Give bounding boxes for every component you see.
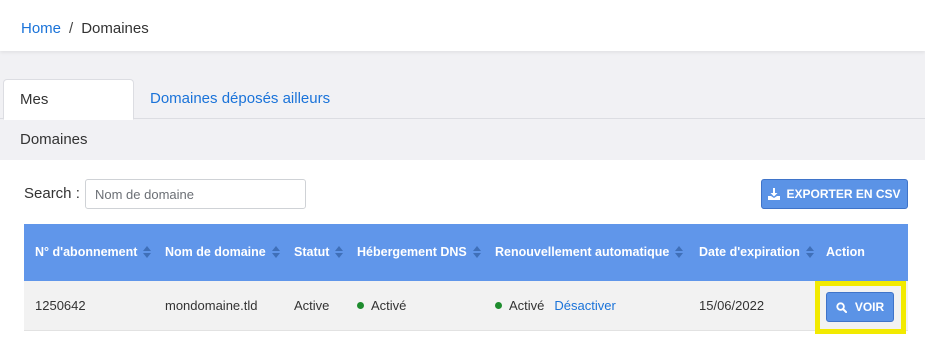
sort-icon [472, 245, 481, 258]
breadcrumb-current: Domaines [81, 20, 149, 37]
cell-expiration: 15/06/2022 [699, 298, 765, 313]
breadcrumb-separator: / [69, 20, 74, 37]
table-row: 1250642 mondomaine.tld Active Activé Act… [24, 281, 908, 331]
dns-status-text: Activé [371, 298, 407, 313]
column-header-status[interactable]: Statut [294, 224, 344, 281]
cell-status: Active [294, 298, 330, 313]
domains-panel: Search : EXPORTER EN CSV N° d'abonnement… [0, 160, 925, 352]
column-header-expiration[interactable]: Date d'expiration [699, 224, 814, 281]
status-dot-icon [495, 302, 502, 310]
column-header-subscription[interactable]: N° d'abonnement [35, 224, 152, 281]
export-csv-label: EXPORTER EN CSV [786, 187, 901, 201]
cell-dns: Activé [357, 281, 406, 331]
cell-subscription: 1250642 [35, 298, 86, 313]
disable-renewal-link[interactable]: Désactiver [554, 298, 615, 313]
column-header-domain[interactable]: Nom de domaine [165, 224, 280, 281]
column-header-dns[interactable]: Hébergement DNS [357, 224, 481, 281]
renewal-status-text: Activé [509, 298, 545, 313]
tab-domaines-deposes-ailleurs[interactable]: Domaines déposés ailleurs [134, 79, 346, 119]
breadcrumb: Home / Domaines [21, 20, 149, 38]
cell-domain: mondomaine.tld [165, 298, 258, 313]
download-icon [768, 188, 781, 200]
tab-bar: Mes Domaines Domaines déposés ailleurs [0, 79, 925, 148]
table-header: N° d'abonnement Nom de domaine Statut Hé… [24, 224, 908, 281]
sort-icon [805, 245, 814, 258]
domains-table: N° d'abonnement Nom de domaine Statut Hé… [24, 224, 908, 334]
sort-icon [335, 245, 344, 258]
voir-button[interactable]: VOIR [826, 292, 894, 322]
cell-renewal: Activé Désactiver [495, 281, 616, 331]
column-header-action: Action [826, 245, 865, 259]
breadcrumb-home-link[interactable]: Home [21, 20, 61, 37]
top-bar: Home / Domaines [0, 0, 925, 51]
sort-icon [143, 245, 152, 258]
export-csv-button[interactable]: EXPORTER EN CSV [761, 179, 908, 209]
status-dot-icon [357, 302, 364, 310]
search-icon [836, 301, 847, 313]
voir-label: VOIR [854, 300, 885, 314]
sort-icon [675, 245, 684, 258]
sort-icon [271, 245, 280, 258]
tab-mes-domaines[interactable]: Mes Domaines [3, 79, 134, 148]
search-label: Search : [24, 185, 80, 202]
search-input[interactable] [85, 179, 306, 209]
column-header-renewal[interactable]: Renouvellement automatique [495, 224, 684, 281]
